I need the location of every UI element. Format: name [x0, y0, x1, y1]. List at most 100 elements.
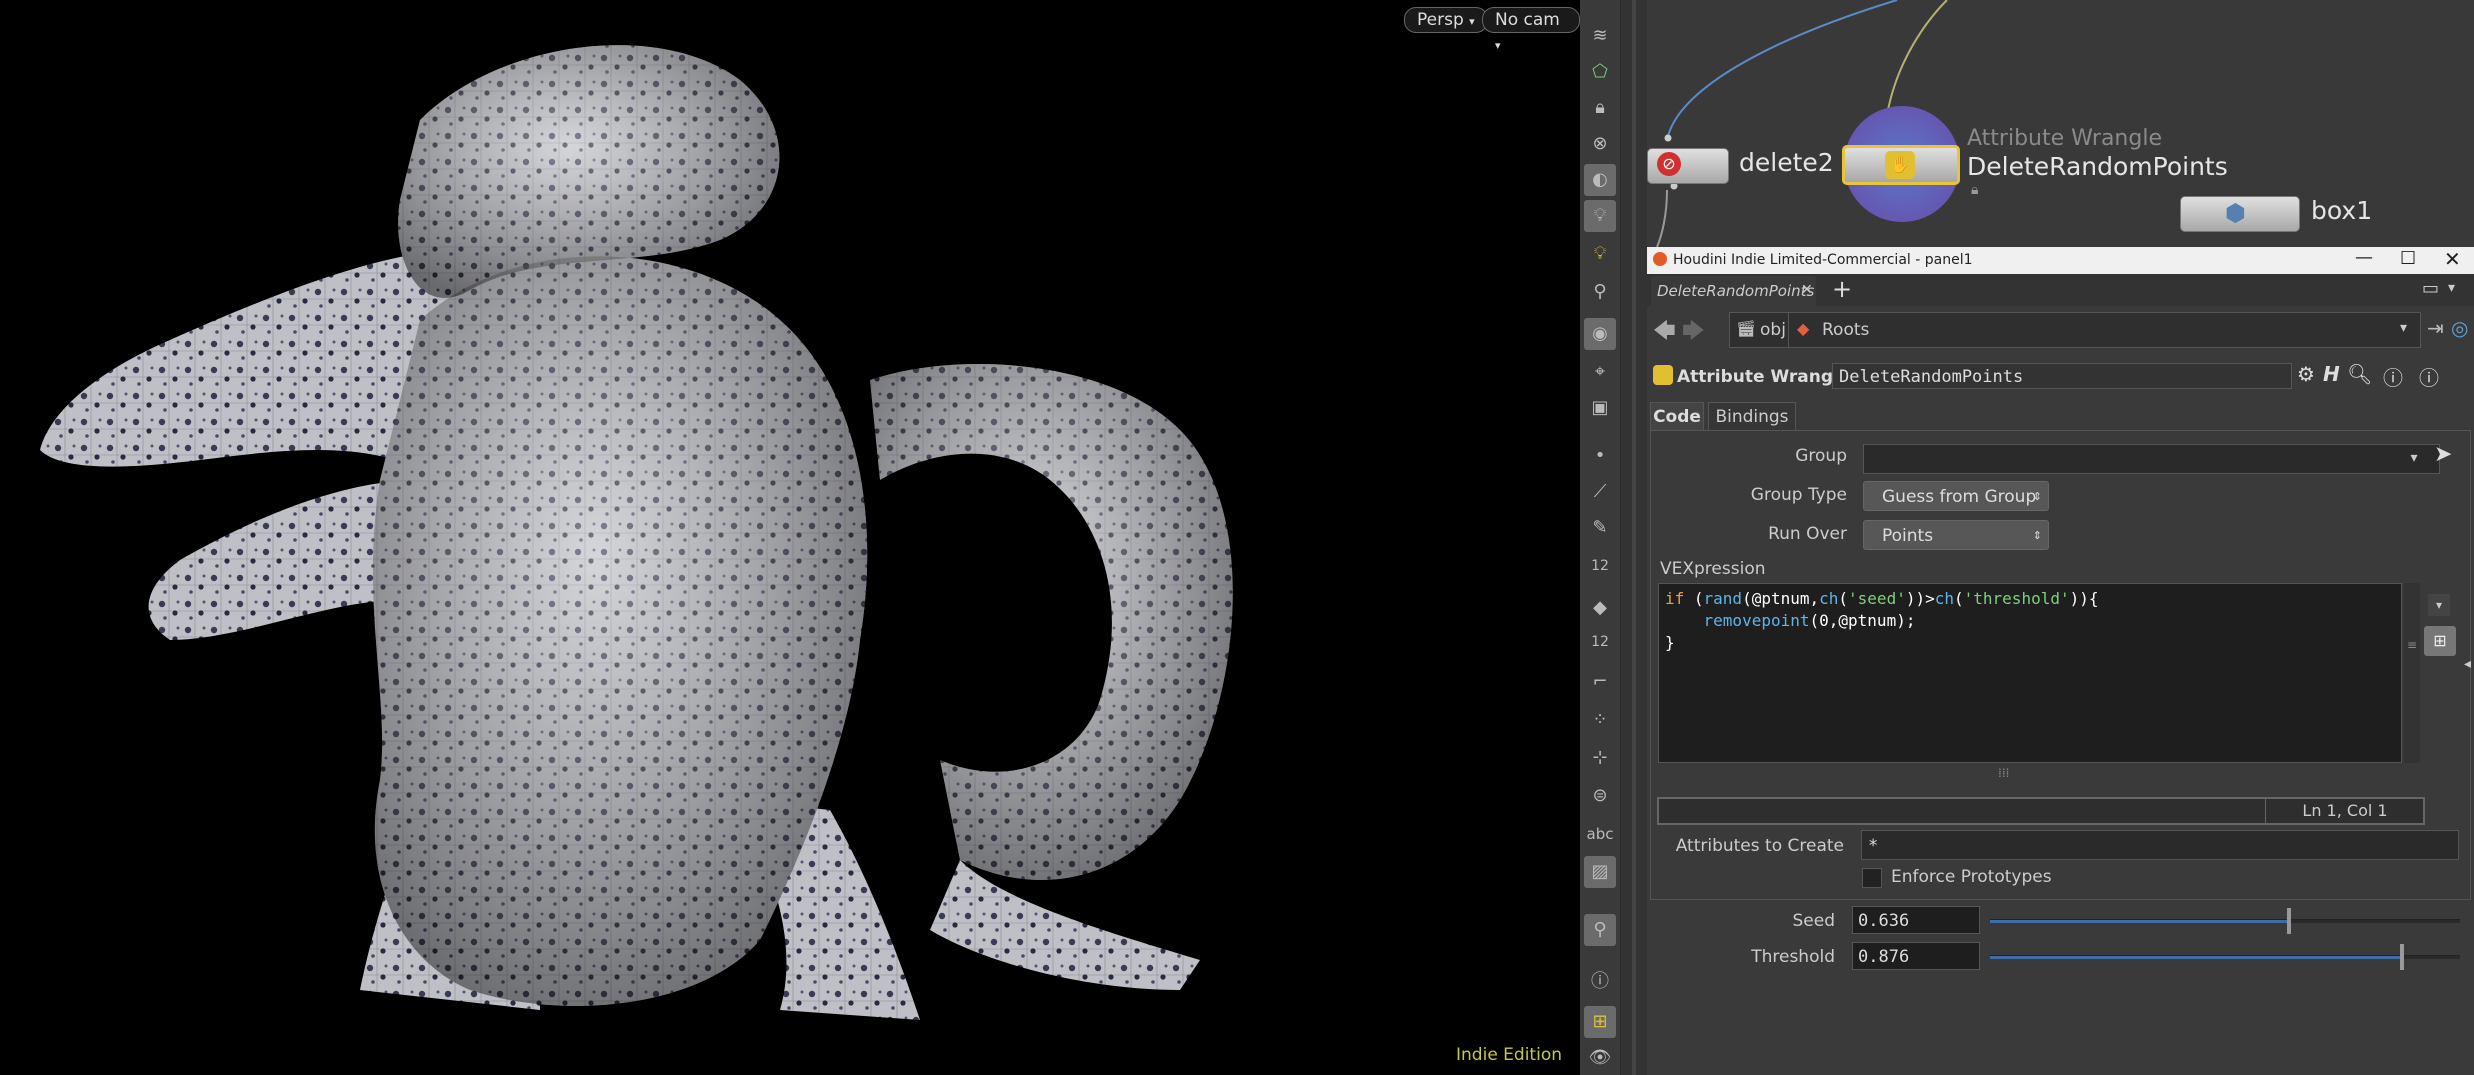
point-display-icon[interactable]: • [1584, 440, 1616, 472]
attribute-text-icon[interactable]: abc [1584, 818, 1616, 850]
run-over-menu[interactable]: Points ⇕ [1863, 520, 2049, 550]
seed-field[interactable]: 0.636 [1852, 906, 1980, 934]
resize-grip-icon[interactable]: ◂ [2464, 656, 2471, 672]
wrangle-node-icon [1653, 365, 1673, 385]
close-circle-icon[interactable]: ⊗ [1584, 128, 1616, 160]
pin-icon[interactable]: ⇥ [2427, 316, 2444, 340]
viewport-toolbar: ≋ ⬠ 🔒︎ ⊗ ◐ 💡︎ 💡︎ ⚲ ◉ ⌖ ▣ • ⟋ ✎ 12 ◆ 12 ⌐… [1580, 0, 1621, 1075]
light-bulb-yellow-icon[interactable]: 💡︎ [1584, 238, 1616, 270]
pane-layout-icon[interactable]: ▭ [2422, 278, 2439, 299]
code-keyword: if [1665, 589, 1685, 608]
code-text: (0,@ptnum); [1809, 611, 1916, 630]
threshold-slider-handle[interactable] [2399, 944, 2404, 970]
camera-lock-icon[interactable]: ▣ [1584, 392, 1616, 424]
threshold-label: Threshold [1751, 947, 1835, 967]
indie-edition-watermark: Indie Edition [1456, 1045, 1562, 1065]
select-arrow-icon[interactable]: ➤ [2434, 442, 2452, 467]
info-icon[interactable]: ⓘ [1584, 966, 1616, 998]
hull-icon[interactable]: ⊜ [1584, 780, 1616, 812]
pane-tab[interactable]: DeleteRandomPoints ✕ [1651, 276, 1816, 306]
node-name-value: DeleteRandomPoints [1839, 367, 2024, 387]
point-numbers-label: 12 [1591, 558, 1609, 574]
group-type-value: Guess from Group [1882, 487, 2037, 507]
shading-icon[interactable]: ◐ [1584, 164, 1616, 196]
perspective-menu-button[interactable]: Persp ▾ [1404, 7, 1488, 33]
code-scrollbar[interactable] [2404, 583, 2420, 763]
primitive-numbers-icon[interactable]: 12 [1584, 626, 1616, 658]
tab-code[interactable]: Code [1650, 402, 1704, 430]
attributes-to-create-field[interactable]: * [1861, 830, 2459, 860]
node-name-field[interactable]: DeleteRandomPoints [1832, 363, 2292, 389]
normals-icon[interactable]: ⟋ [1584, 476, 1616, 508]
maximize-icon[interactable]: ☐ [2400, 248, 2416, 269]
eye-icon[interactable]: 👁︎ [1584, 1042, 1616, 1074]
points-grid-icon[interactable]: ⁘ [1584, 704, 1616, 736]
seed-slider[interactable] [1990, 908, 2460, 934]
primitive-numbers-label: 12 [1591, 634, 1609, 650]
select-geometry-icon[interactable]: ⬠ [1584, 56, 1616, 88]
link-icon[interactable]: ◎ [2451, 316, 2468, 340]
tab-bindings[interactable]: Bindings [1708, 402, 1796, 430]
add-spare-parm-icon[interactable]: ⊞ [2424, 626, 2456, 656]
threshold-field[interactable]: 0.876 [1852, 942, 1980, 970]
box-icon: ⬢ [2225, 199, 2246, 227]
spinner-icon: ⇕ [2032, 490, 2042, 503]
search-icon[interactable]: 🔍︎ [2347, 362, 2372, 386]
group-field[interactable] [1863, 444, 2440, 474]
enforce-prototypes-label: Enforce Prototypes [1891, 867, 2052, 887]
path-bar[interactable]: 🎬︎ obj ◆ Roots ▾ [1729, 312, 2421, 348]
vertex-normals-icon[interactable]: ✎ [1584, 512, 1616, 544]
tab-code-label: Code [1653, 407, 1701, 427]
headlight-icon[interactable]: ⚲ [1584, 276, 1616, 308]
enforce-prototypes-checkbox[interactable] [1862, 868, 1882, 888]
grid-icon[interactable]: ⊞ [1584, 1006, 1616, 1038]
primitive-display-icon[interactable]: ◆ [1584, 592, 1616, 624]
network-editor[interactable]: ⊘ delete2 ✋ Attribute Wrangle DeleteRand… [1647, 0, 2474, 247]
info-icon[interactable]: ⓘ [2383, 362, 2403, 391]
threshold-slider[interactable] [1990, 944, 2460, 970]
camera-label: No cam [1495, 10, 1560, 30]
back-arrow-icon[interactable]: 🡄 [1653, 314, 1676, 352]
add-tab-icon[interactable]: + [1832, 275, 1852, 303]
background-icon[interactable]: ◉ [1584, 318, 1616, 350]
code-string: 'threshold' [1963, 589, 2070, 608]
pane-menu-icon[interactable]: ▾ [2448, 280, 2455, 296]
minimize-icon[interactable]: — [2355, 247, 2373, 268]
group-type-menu[interactable]: Guess from Group ⇕ [1863, 481, 2049, 511]
code-menu-icon[interactable]: ▾ [2428, 594, 2450, 616]
window-title-bar[interactable]: Houdini Indie Limited-Commercial - panel… [1647, 247, 2474, 274]
tab-close-icon[interactable]: ✕ [1801, 282, 1813, 298]
group-dropdown-icon[interactable]: ▾ [2399, 444, 2429, 472]
forward-arrow-icon[interactable]: 🡆 [1682, 314, 1705, 352]
scene-viewport[interactable]: Persp ▾ No cam ▾ Indie Edition [0, 0, 1580, 1075]
path-dropdown-icon[interactable]: ▾ [2400, 320, 2407, 336]
code-function: ch [1934, 589, 1954, 608]
uv-icon[interactable]: ⊹ [1584, 742, 1616, 774]
vexpression-editor[interactable]: if (rand(@ptnum,ch('seed'))>ch('threshol… [1658, 583, 2402, 763]
lock-icon[interactable]: 🔒︎ [1584, 92, 1616, 124]
camera-menu-button[interactable]: No cam ▾ [1482, 7, 1580, 52]
light-bulb-icon[interactable]: 💡︎ [1584, 200, 1616, 232]
close-icon[interactable]: ✕ [2444, 247, 2461, 271]
pane-divider[interactable] [1621, 0, 1647, 1075]
attributes-to-create-label: Attributes to Create [1675, 836, 1844, 856]
camera-icon[interactable]: ⌖ [1584, 356, 1616, 388]
seed-slider-handle[interactable] [2286, 908, 2291, 934]
chevron-down-icon: ▾ [1495, 39, 1501, 52]
path-roots-label[interactable]: Roots [1822, 320, 1869, 340]
edges-icon[interactable]: ⌐ [1584, 666, 1616, 698]
scroll-handle-icon[interactable]: ≡ [2407, 638, 2417, 652]
code-function: ch [1819, 589, 1839, 608]
layers-icon[interactable]: ≋ [1584, 20, 1616, 52]
path-obj-label[interactable]: obj [1760, 320, 1786, 340]
code-text: ( [1954, 589, 1964, 608]
point-numbers-icon[interactable]: 12 [1584, 550, 1616, 582]
editor-resize-handle[interactable]: ⁞⁞⁞ [1998, 766, 2009, 780]
help-h-icon[interactable]: H [2323, 362, 2340, 386]
location-pin-icon[interactable]: ⚲ [1584, 914, 1616, 946]
gear-icon[interactable]: ⚙ [2297, 362, 2315, 386]
node-type-heading: Attribute Wrangle [1677, 367, 1851, 387]
image-icon[interactable]: ▨ [1584, 856, 1616, 888]
help-icon[interactable]: ⓘ [2419, 362, 2439, 391]
